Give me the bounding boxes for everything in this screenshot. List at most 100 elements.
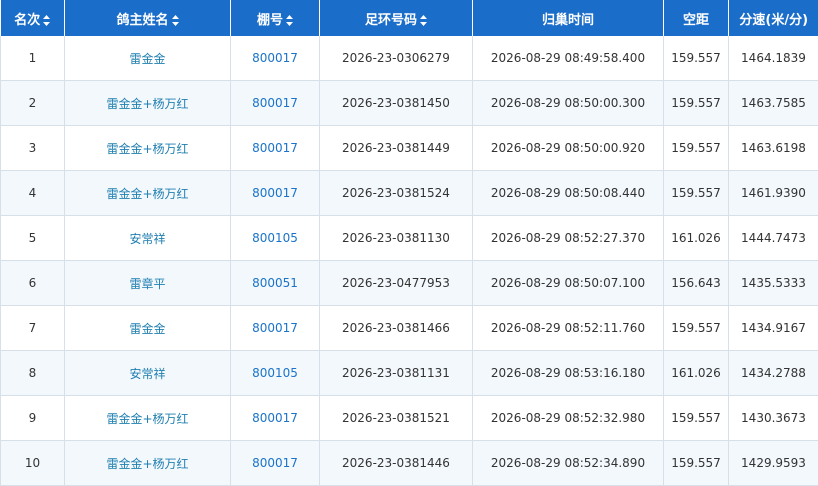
owner-link[interactable]: 安常祥 (129, 232, 165, 246)
cell-owner: 雷金金+杨万红 (64, 170, 231, 216)
cell-owner: 安常祥 (64, 215, 231, 261)
table-row: 4 雷金金+杨万红 800017 2026-23-0381524 2026-08… (0, 170, 818, 216)
cell-speed: 1434.2788 (728, 350, 818, 396)
table-row: 3 雷金金+杨万红 800017 2026-23-0381449 2026-08… (0, 125, 818, 171)
table-row: 8 安常祥 800105 2026-23-0381131 2026-08-29 … (0, 350, 818, 396)
cell-loft: 800017 (230, 80, 320, 126)
cell-ring: 2026-23-0306279 (319, 36, 473, 81)
table-row: 9 雷金金+杨万红 800017 2026-23-0381521 2026-08… (0, 395, 818, 441)
cell-rank: 1 (0, 36, 65, 81)
header-rank[interactable]: 名次 (0, 0, 65, 36)
loft-link[interactable]: 800105 (252, 366, 298, 380)
loft-link[interactable]: 800017 (252, 96, 298, 110)
header-label: 名次 (14, 12, 41, 28)
sort-icon (286, 14, 293, 26)
cell-ring: 2026-23-0381131 (319, 350, 473, 396)
header-label: 足环号码 (364, 12, 417, 28)
owner-link[interactable]: 雷章平 (129, 277, 165, 291)
cell-loft: 800017 (230, 305, 320, 351)
table-row: 7 雷金金 800017 2026-23-0381466 2026-08-29 … (0, 305, 818, 351)
loft-link[interactable]: 800017 (252, 186, 298, 200)
table-row: 1 雷金金 800017 2026-23-0306279 2026-08-29 … (0, 36, 818, 81)
table-header-row: 名次 鸽主姓名 棚号 足环号码 归巢时间 空距 分速(米/分) (0, 0, 818, 36)
cell-rank: 9 (0, 395, 65, 441)
cell-owner: 安常祥 (64, 350, 231, 396)
cell-arrival: 2026-08-29 08:50:07.100 (472, 260, 664, 306)
owner-link[interactable]: 雷金金+杨万红 (106, 457, 188, 471)
cell-speed: 1434.9167 (728, 305, 818, 351)
cell-distance: 161.026 (663, 215, 729, 261)
cell-distance: 159.557 (663, 395, 729, 441)
table-row: 2 雷金金+杨万红 800017 2026-23-0381450 2026-08… (0, 80, 818, 126)
table-row: 10 雷金金+杨万红 800017 2026-23-0381446 2026-0… (0, 440, 818, 486)
owner-link[interactable]: 雷金金+杨万红 (106, 97, 188, 111)
cell-speed: 1461.9390 (728, 170, 818, 216)
cell-rank: 2 (0, 80, 65, 126)
cell-arrival: 2026-08-29 08:53:16.180 (472, 350, 664, 396)
loft-link[interactable]: 800017 (252, 51, 298, 65)
header-owner[interactable]: 鸽主姓名 (64, 0, 231, 36)
cell-loft: 800017 (230, 440, 320, 486)
cell-rank: 10 (0, 440, 65, 486)
sort-icon (43, 14, 51, 26)
owner-link[interactable]: 雷金金 (129, 52, 165, 66)
cell-arrival: 2026-08-29 08:52:11.760 (472, 305, 664, 351)
table-body: 1 雷金金 800017 2026-23-0306279 2026-08-29 … (0, 36, 818, 486)
cell-distance: 159.557 (663, 80, 729, 126)
cell-distance: 159.557 (663, 170, 729, 216)
owner-link[interactable]: 雷金金+杨万红 (106, 142, 188, 156)
owner-link[interactable]: 雷金金+杨万红 (106, 187, 188, 201)
cell-rank: 7 (0, 305, 65, 351)
cell-arrival: 2026-08-29 08:52:27.370 (472, 215, 664, 261)
loft-link[interactable]: 800051 (252, 276, 298, 290)
cell-owner: 雷金金+杨万红 (64, 80, 231, 126)
cell-owner: 雷金金+杨万红 (64, 395, 231, 441)
cell-loft: 800105 (230, 350, 320, 396)
cell-speed: 1435.5333 (728, 260, 818, 306)
loft-link[interactable]: 800017 (252, 321, 298, 335)
header-speed: 分速(米/分) (728, 0, 818, 36)
cell-ring: 2026-23-0381449 (319, 125, 473, 171)
cell-arrival: 2026-08-29 08:52:34.890 (472, 440, 664, 486)
loft-link[interactable]: 800017 (252, 456, 298, 470)
loft-link[interactable]: 800105 (252, 231, 298, 245)
cell-speed: 1444.7473 (728, 215, 818, 261)
cell-arrival: 2026-08-29 08:49:58.400 (472, 36, 664, 81)
cell-speed: 1464.1839 (728, 36, 818, 81)
header-label: 空距 (682, 12, 709, 28)
header-distance: 空距 (663, 0, 729, 36)
cell-owner: 雷章平 (64, 260, 231, 306)
cell-loft: 800051 (230, 260, 320, 306)
cell-speed: 1463.6198 (728, 125, 818, 171)
cell-owner: 雷金金+杨万红 (64, 440, 231, 486)
loft-link[interactable]: 800017 (252, 141, 298, 155)
cell-ring: 2026-23-0381521 (319, 395, 473, 441)
cell-ring: 2026-23-0381524 (319, 170, 473, 216)
header-ring[interactable]: 足环号码 (319, 0, 473, 36)
results-table: 名次 鸽主姓名 棚号 足环号码 归巢时间 空距 分速(米/分) 1 雷金金 80… (0, 0, 818, 486)
cell-speed: 1463.7585 (728, 80, 818, 126)
loft-link[interactable]: 800017 (252, 411, 298, 425)
cell-rank: 8 (0, 350, 65, 396)
cell-loft: 800017 (230, 170, 320, 216)
header-label: 归巢时间 (541, 12, 594, 28)
cell-ring: 2026-23-0381446 (319, 440, 473, 486)
owner-link[interactable]: 安常祥 (129, 367, 165, 381)
cell-distance: 159.557 (663, 305, 729, 351)
cell-ring: 2026-23-0381450 (319, 80, 473, 126)
cell-loft: 800017 (230, 395, 320, 441)
owner-link[interactable]: 雷金金+杨万红 (106, 412, 188, 426)
table-row: 5 安常祥 800105 2026-23-0381130 2026-08-29 … (0, 215, 818, 261)
owner-link[interactable]: 雷金金 (129, 322, 165, 336)
cell-ring: 2026-23-0381466 (319, 305, 473, 351)
sort-icon (171, 14, 179, 26)
header-loft[interactable]: 棚号 (230, 0, 320, 36)
cell-rank: 5 (0, 215, 65, 261)
cell-distance: 161.026 (663, 350, 729, 396)
cell-distance: 159.557 (663, 440, 729, 486)
cell-distance: 156.643 (663, 260, 729, 306)
cell-owner: 雷金金 (64, 36, 231, 81)
sort-icon (420, 14, 427, 26)
cell-rank: 6 (0, 260, 65, 306)
cell-owner: 雷金金 (64, 305, 231, 351)
